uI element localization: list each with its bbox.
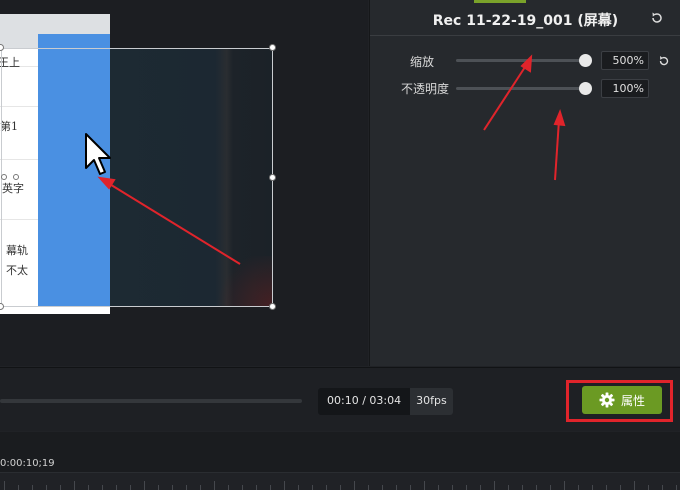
properties-panel: Rec 11-22-19_001 (屏幕) 缩放 500% 不透明度 100% bbox=[369, 0, 680, 366]
ruler-tick bbox=[186, 485, 187, 490]
properties-header: Rec 11-22-19_001 (屏幕) bbox=[370, 0, 680, 36]
timecode-display: 00:10 / 03:04 30fps bbox=[318, 388, 453, 415]
scale-slider[interactable] bbox=[456, 59, 588, 62]
ruler-tick bbox=[424, 481, 425, 490]
ruler-tick bbox=[144, 481, 145, 490]
scale-label: 缩放 bbox=[409, 55, 434, 69]
ruler-tick bbox=[480, 485, 481, 490]
resize-handle[interactable] bbox=[269, 44, 276, 51]
ruler-tick bbox=[116, 485, 117, 490]
ruler-tick bbox=[158, 485, 159, 490]
properties-button[interactable]: 属性 bbox=[582, 386, 662, 414]
ruler-tick bbox=[508, 485, 509, 490]
ruler-tick bbox=[256, 485, 257, 490]
ruler-tick bbox=[214, 481, 215, 490]
ruler-tick bbox=[32, 485, 33, 490]
ruler-tick bbox=[18, 485, 19, 490]
scale-value-field[interactable]: 500% bbox=[601, 51, 649, 70]
ruler-tick bbox=[242, 485, 243, 490]
ruler-tick bbox=[606, 485, 607, 490]
ruler-tick bbox=[410, 485, 411, 490]
ruler-tick bbox=[4, 481, 5, 490]
resize-handle[interactable] bbox=[13, 174, 19, 180]
ruler-tick bbox=[270, 485, 271, 490]
divider bbox=[0, 106, 38, 107]
ruler-tick bbox=[172, 485, 173, 490]
ruler-tick bbox=[648, 485, 649, 490]
divider bbox=[0, 219, 38, 220]
doc-text: 王上 bbox=[0, 56, 20, 69]
opacity-value-field[interactable]: 100% bbox=[601, 79, 649, 98]
resize-handle[interactable] bbox=[1, 174, 7, 180]
ruler-tick bbox=[662, 485, 663, 490]
doc-text: 不太 bbox=[6, 264, 28, 277]
gear-icon bbox=[599, 392, 615, 408]
ruler-tick bbox=[578, 485, 579, 490]
ruler-tick bbox=[46, 485, 47, 490]
reset-icon[interactable] bbox=[650, 11, 664, 25]
ruler-tick bbox=[354, 481, 355, 490]
clip-title: Rec 11-22-19_001 (屏幕) bbox=[432, 13, 619, 29]
ruler-tick bbox=[88, 485, 89, 490]
ruler-tick bbox=[228, 485, 229, 490]
ruler-tick bbox=[396, 485, 397, 490]
ruler-tick bbox=[452, 485, 453, 490]
preview-canvas[interactable]: 王上 第1 英字 幕轨 不太 bbox=[0, 0, 368, 366]
ruler-tick bbox=[676, 485, 677, 490]
ruler-tick bbox=[326, 485, 327, 490]
doc-text: 第1 bbox=[0, 120, 18, 133]
reset-icon[interactable] bbox=[658, 55, 670, 67]
frame-rate: 30fps bbox=[410, 388, 453, 415]
ruler-tick bbox=[592, 485, 593, 490]
ruler-tick bbox=[60, 485, 61, 490]
doc-text: 英字 bbox=[2, 182, 24, 195]
ruler-tick bbox=[74, 481, 75, 490]
ruler-tick bbox=[466, 485, 467, 490]
current-time: 00:10 / 03:04 bbox=[318, 388, 411, 415]
ruler-tick bbox=[438, 485, 439, 490]
doc-text: 幕轨 bbox=[6, 244, 28, 257]
timeline-ruler[interactable] bbox=[0, 472, 680, 490]
playback-bar: 00:10 / 03:04 30fps 属性 bbox=[0, 367, 680, 431]
opacity-slider-thumb[interactable] bbox=[579, 82, 592, 95]
ruler-tick bbox=[564, 481, 565, 490]
ruler-tick bbox=[298, 485, 299, 490]
divider bbox=[0, 159, 38, 160]
ruler-tick bbox=[620, 485, 621, 490]
ruler-tick bbox=[634, 481, 635, 490]
opacity-slider[interactable] bbox=[456, 87, 588, 90]
mouse-cursor-icon bbox=[85, 133, 111, 175]
playback-scrubber[interactable] bbox=[0, 399, 302, 403]
ruler-tick bbox=[200, 485, 201, 490]
playhead-time: 0:00:10;19 bbox=[0, 458, 55, 469]
resize-handle[interactable] bbox=[269, 303, 276, 310]
active-tab-indicator bbox=[474, 0, 526, 3]
ruler-tick bbox=[312, 485, 313, 490]
resize-handle[interactable] bbox=[269, 174, 276, 181]
ruler-tick bbox=[382, 485, 383, 490]
properties-button-label: 属性 bbox=[620, 393, 645, 408]
ruler-tick bbox=[284, 481, 285, 490]
ruler-tick bbox=[550, 485, 551, 490]
ruler-tick bbox=[536, 485, 537, 490]
screen-recording-dark-area[interactable] bbox=[110, 48, 272, 306]
ruler-tick bbox=[130, 485, 131, 490]
ruler-tick bbox=[102, 485, 103, 490]
opacity-label: 不透明度 bbox=[400, 82, 449, 96]
ruler-tick bbox=[340, 485, 341, 490]
scale-slider-thumb[interactable] bbox=[579, 54, 592, 67]
ruler-tick bbox=[494, 481, 495, 490]
ruler-tick bbox=[522, 485, 523, 490]
ruler-tick bbox=[368, 485, 369, 490]
timeline[interactable]: 0:00:10;19 bbox=[0, 432, 680, 490]
